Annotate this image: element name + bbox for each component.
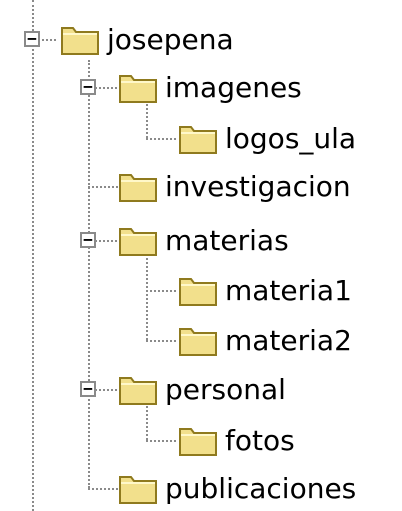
tree-node-label: fotos: [225, 423, 295, 457]
tree-connector: [146, 258, 148, 340]
minus-icon: −: [83, 379, 93, 398]
folder-tree: − − − − josepena imagenes logos_ula inve…: [0, 0, 402, 511]
tree-node-label: investigacion: [165, 169, 351, 203]
tree-node-label: josepena: [107, 22, 234, 56]
tree-node-logos-ula[interactable]: logos_ula: [178, 118, 356, 158]
tree-connector: [146, 406, 148, 440]
tree-node-label: materia2: [225, 323, 352, 357]
collapse-toggle-josepena[interactable]: −: [24, 31, 40, 47]
tree-connector: [32, 0, 34, 511]
tree-node-personal[interactable]: personal: [118, 369, 286, 409]
collapse-toggle-materias[interactable]: −: [80, 232, 96, 248]
tree-node-label: personal: [165, 372, 286, 406]
collapse-toggle-personal[interactable]: −: [80, 381, 96, 397]
tree-connector: [38, 39, 56, 41]
tree-node-label: materia1: [225, 273, 352, 307]
tree-node-materia2[interactable]: materia2: [178, 320, 352, 360]
collapse-toggle-imagenes[interactable]: −: [80, 79, 96, 95]
folder-icon: [118, 169, 158, 203]
tree-connector: [146, 440, 176, 442]
tree-node-investigacion[interactable]: investigacion: [118, 166, 351, 206]
tree-connector: [88, 488, 118, 490]
tree-connector: [95, 389, 117, 391]
folder-icon: [118, 372, 158, 406]
tree-connector: [146, 290, 176, 292]
tree-node-label: imagenes: [165, 70, 302, 104]
folder-icon: [178, 323, 218, 357]
tree-connector: [95, 240, 117, 242]
folder-icon: [118, 471, 158, 505]
folder-icon: [178, 273, 218, 307]
minus-icon: −: [83, 230, 93, 249]
tree-node-materia1[interactable]: materia1: [178, 270, 352, 310]
tree-node-fotos[interactable]: fotos: [178, 420, 295, 460]
minus-icon: −: [27, 29, 37, 48]
folder-icon: [178, 121, 218, 155]
tree-connector: [95, 87, 117, 89]
folder-icon: [118, 70, 158, 104]
tree-connector: [146, 340, 176, 342]
tree-connector: [88, 60, 90, 488]
tree-connector: [146, 138, 176, 140]
tree-node-josepena[interactable]: josepena: [60, 19, 234, 59]
folder-icon: [118, 223, 158, 257]
tree-connector: [146, 104, 148, 138]
tree-node-label: publicaciones: [165, 471, 357, 505]
folder-icon: [60, 22, 100, 56]
tree-node-label: materias: [165, 223, 289, 257]
minus-icon: −: [83, 77, 93, 96]
folder-icon: [178, 423, 218, 457]
tree-connector: [88, 186, 118, 188]
tree-node-materias[interactable]: materias: [118, 220, 289, 260]
tree-node-imagenes[interactable]: imagenes: [118, 67, 302, 107]
tree-node-publicaciones[interactable]: publicaciones: [118, 468, 356, 508]
tree-node-label: logos_ula: [225, 121, 357, 155]
